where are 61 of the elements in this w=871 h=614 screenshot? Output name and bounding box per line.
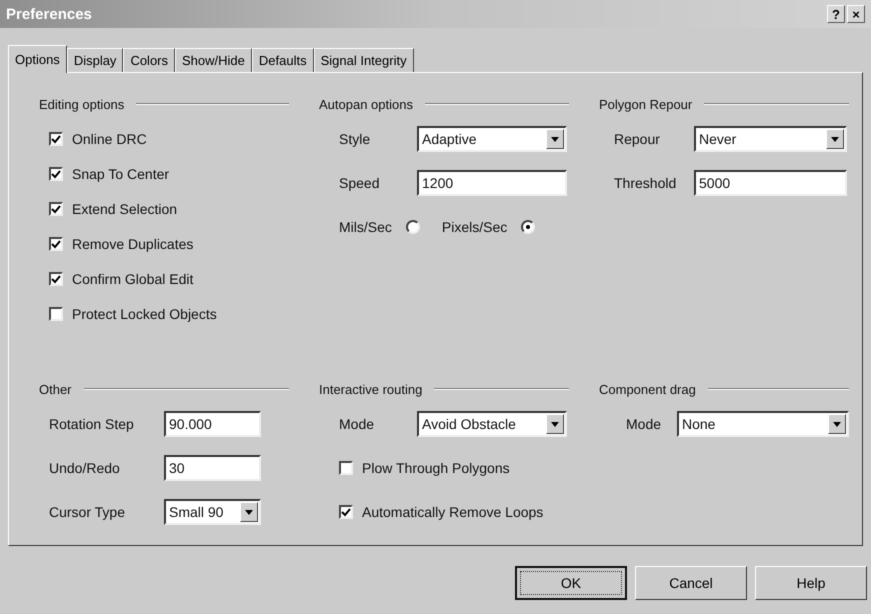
dropdown[interactable]: Never (694, 126, 847, 152)
field-label: Undo/Redo (49, 460, 121, 476)
checkbox-label: Plow Through Polygons (362, 460, 510, 476)
dropdown[interactable]: Adaptive (417, 126, 567, 152)
dialog-button[interactable]: Cancel (635, 566, 747, 600)
radio-label: Mils/Sec (339, 219, 392, 235)
field-label: Mode (626, 416, 662, 432)
group-title: Interactive routing (319, 382, 422, 396)
field-label: Speed (339, 175, 380, 191)
checkbox-label: Snap To Center (72, 166, 170, 182)
dropdown[interactable]: Avoid Obstacle (417, 411, 567, 437)
tab[interactable]: Defaults (252, 48, 314, 72)
group-title: Other (39, 382, 72, 396)
group-title: Editing options (39, 96, 124, 112)
tab[interactable]: Display (66, 48, 124, 72)
dialog-button[interactable]: Help (755, 566, 867, 600)
checkbox[interactable] (49, 202, 63, 216)
field-label: Mode (339, 416, 376, 432)
field-label: Threshold (614, 175, 678, 191)
checkbox-label: Automatically Remove Loops (362, 504, 544, 520)
radio-label: Pixels/Sec (442, 219, 508, 235)
tab[interactable]: Colors (123, 48, 176, 72)
field-label: Cursor Type (49, 504, 126, 520)
field-label: Rotation Step (49, 416, 135, 432)
tab[interactable]: Options (8, 45, 67, 73)
input-field[interactable]: 5000 (694, 170, 847, 196)
help-button[interactable]: ? (827, 5, 845, 23)
dropdown[interactable]: None (677, 411, 849, 437)
dialog-button[interactable]: OK (515, 566, 627, 600)
window-title: Preferences (6, 6, 92, 22)
checkbox-label: Extend Selection (72, 201, 178, 217)
caret-icon (831, 136, 839, 142)
group-title: Autopan options (319, 96, 413, 112)
caret-icon (833, 422, 841, 426)
checkbox-label: Online DRC (72, 131, 147, 147)
checkbox[interactable] (49, 272, 63, 286)
close-button[interactable]: × (847, 5, 865, 23)
checkbox[interactable] (49, 307, 63, 321)
radio-button[interactable] (406, 220, 420, 234)
tab[interactable]: Signal Integrity (314, 48, 414, 72)
caret-icon (245, 510, 253, 514)
tab[interactable]: Show/Hide (175, 48, 252, 72)
checkbox-label: Protect Locked Objects (72, 306, 217, 322)
checkbox[interactable] (339, 461, 353, 475)
field-label: Repour (614, 131, 661, 147)
radio-button[interactable] (521, 220, 536, 234)
checkbox[interactable] (49, 237, 63, 251)
caret-icon (551, 136, 559, 142)
checkbox[interactable] (49, 167, 63, 181)
checkbox[interactable] (339, 505, 353, 519)
checkbox-label: Confirm Global Edit (72, 271, 194, 287)
caret-icon (551, 422, 559, 426)
dropdown[interactable]: Small 90 (164, 499, 261, 525)
group-title: Polygon Repour (599, 96, 692, 112)
input-field[interactable]: 1200 (417, 170, 567, 196)
group-title: Component drag (599, 382, 696, 396)
input-field[interactable]: 30 (164, 455, 261, 481)
checkbox[interactable] (49, 132, 63, 146)
input-field[interactable]: 90.000 (164, 411, 261, 437)
checkbox-label: Remove Duplicates (72, 236, 194, 252)
field-label: Style (339, 131, 372, 147)
